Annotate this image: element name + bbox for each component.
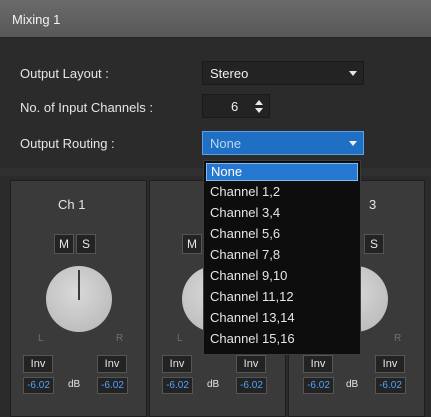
pan-knob[interactable] <box>46 266 112 332</box>
channel-name: 3 <box>369 197 377 212</box>
channel-name: Ch 1 <box>58 197 86 212</box>
output-layout-value: Stereo <box>210 66 249 81</box>
solo-button[interactable]: S <box>76 234 96 254</box>
invert-left-button[interactable]: Inv <box>303 355 333 373</box>
channel-strip: Ch 1 M S L R Inv Inv -6.02 dB -6.02 <box>10 180 147 417</box>
pan-left-label: L <box>38 333 44 344</box>
gain-left-field[interactable]: -6.02 <box>162 377 193 394</box>
output-routing-select[interactable]: None <box>202 131 364 155</box>
window-title: Mixing 1 <box>12 12 61 27</box>
db-unit-label: dB <box>346 379 359 390</box>
output-routing-label: Output Routing : <box>20 136 115 151</box>
knob-indicator <box>78 270 80 300</box>
mute-button[interactable]: M <box>54 234 74 254</box>
stepper-down-icon[interactable] <box>255 108 263 113</box>
dropdown-option[interactable]: Channel 9,10 <box>206 267 358 285</box>
solo-button[interactable]: S <box>364 234 384 254</box>
pan-right-label: R <box>116 333 124 344</box>
gain-left-field[interactable]: -6.02 <box>23 377 54 394</box>
invert-left-button[interactable]: Inv <box>23 355 53 373</box>
dropdown-option[interactable]: Channel 11,12 <box>206 288 358 306</box>
input-channels-label: No. of Input Channels : <box>20 100 153 115</box>
stepper-up-icon[interactable] <box>255 100 263 105</box>
invert-left-button[interactable]: Inv <box>162 355 192 373</box>
gain-right-field[interactable]: -6.02 <box>97 377 128 394</box>
dropdown-option[interactable]: Channel 5,6 <box>206 225 358 243</box>
output-layout-select[interactable]: Stereo <box>202 61 364 85</box>
chevron-down-icon <box>349 141 357 146</box>
dropdown-option[interactable]: Channel 7,8 <box>206 246 358 264</box>
db-unit-label: dB <box>207 379 220 390</box>
dropdown-option[interactable]: Channel 15,16 <box>206 330 358 348</box>
dropdown-option[interactable]: Channel 1,2 <box>206 183 358 201</box>
invert-right-button[interactable]: Inv <box>97 355 127 373</box>
db-unit-label: dB <box>68 379 81 390</box>
pan-left-label: L <box>177 333 183 344</box>
output-routing-value: None <box>210 136 242 151</box>
routing-dropdown-list: None Channel 1,2 Channel 3,4 Channel 5,6… <box>203 160 361 355</box>
window-titlebar: Mixing 1 <box>0 0 431 38</box>
gain-right-field[interactable]: -6.02 <box>375 377 406 394</box>
invert-right-button[interactable]: Inv <box>375 355 405 373</box>
chevron-down-icon <box>349 71 357 76</box>
input-channels-stepper[interactable]: 6 <box>202 94 270 118</box>
invert-right-button[interactable]: Inv <box>236 355 266 373</box>
mute-button[interactable]: M <box>182 234 202 254</box>
output-layout-label: Output Layout : <box>20 66 109 81</box>
gain-right-field[interactable]: -6.02 <box>236 377 267 394</box>
input-channels-value: 6 <box>231 99 239 114</box>
dropdown-option[interactable]: Channel 13,14 <box>206 309 358 327</box>
pan-right-label: R <box>394 333 402 344</box>
dropdown-option[interactable]: None <box>206 163 358 181</box>
dropdown-option[interactable]: Channel 3,4 <box>206 204 358 222</box>
gain-left-field[interactable]: -6.02 <box>303 377 334 394</box>
